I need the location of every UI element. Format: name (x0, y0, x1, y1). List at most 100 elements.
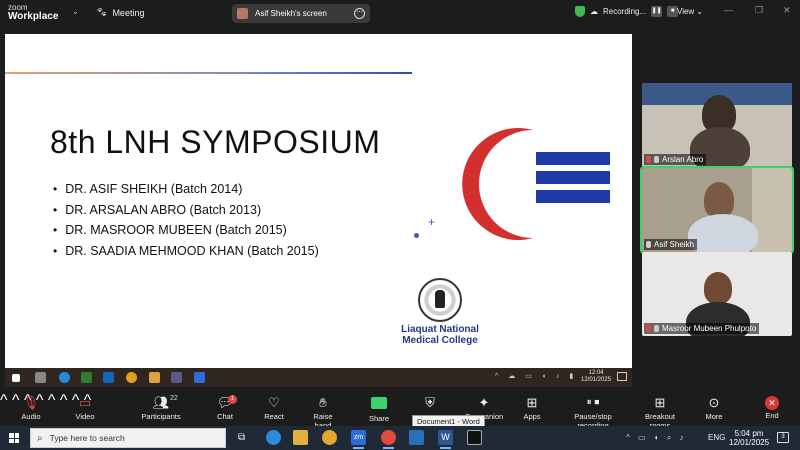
college-crest-icon (418, 278, 462, 322)
edge-icon (59, 372, 70, 383)
speaker-list: DR. ASIF SHEIKH (Batch 2014) DR. ARSALAN… (53, 179, 319, 261)
speaker-item: DR. ARSALAN ABRO (Batch 2013) (53, 200, 319, 221)
pause-stop-recording-button[interactable]: ⏸︎ ⏹︎ Pause/stop recording (559, 392, 627, 430)
hand-icon: ✋︎ (319, 395, 327, 410)
end-x-icon: ✕ (765, 396, 779, 410)
crescent-bars-logo (462, 128, 610, 240)
system-tray-icons[interactable]: ^ ▭ ◖ ⌕ ♪ (626, 433, 687, 443)
audio-button[interactable]: 🎙︎ Audio (16, 392, 46, 426)
participant-video[interactable]: Masroor Mubeen Phulpoto (642, 252, 792, 336)
task-view-icon[interactable]: ⧉ (238, 432, 245, 443)
react-label: React (264, 412, 284, 421)
muted-mic-icon (646, 156, 651, 163)
zoom-app-icon[interactable]: zm (351, 430, 366, 449)
notification-icon (617, 372, 627, 381)
end-label: End (765, 411, 779, 420)
more-dots-icon: ⊙ (708, 395, 720, 410)
system-tray: ^ ☁ ▭ ◖ ♪ ▮ (495, 373, 578, 380)
breakout-rooms-button[interactable]: ⊞ Breakout rooms (634, 392, 686, 430)
meeting-tab[interactable]: 🐾︎ Meeting (96, 7, 144, 18)
file-explorer-icon[interactable] (293, 430, 308, 445)
apps-label: Apps (523, 412, 541, 421)
heart-icon: ♡ (268, 395, 280, 410)
language-indicator[interactable]: ENG (708, 433, 725, 442)
notification-center-icon[interactable]: 3 (777, 432, 789, 443)
logo-bar (536, 171, 610, 184)
college-name-line1: Liaquat National (401, 324, 479, 335)
apps-icon: ⊞ (526, 395, 538, 410)
pause-stop-icon: ⏸︎ ⏹︎ (586, 397, 600, 408)
pause-recording-button[interactable]: ❚❚ (651, 6, 663, 17)
excel-icon (81, 372, 92, 383)
decorative-plus: + (428, 215, 436, 229)
participant-name: Asif Sheikh (654, 240, 695, 249)
taskbar-clock[interactable]: 5:04 pm 12/01/2025 (729, 429, 769, 447)
chrome-icon (126, 372, 137, 383)
apps-button[interactable]: ⊞ Apps (521, 392, 543, 426)
sparkle-icon: ✦ (478, 395, 490, 410)
search-icon: ⌕ (37, 432, 43, 444)
participant-figure (704, 272, 732, 304)
raise-hand-button[interactable]: ✋︎ Raise hand (305, 392, 341, 430)
participant-name: Arslan Abro (662, 155, 704, 164)
view-menu[interactable]: View ⌄ (677, 7, 703, 16)
presenter-avatar (237, 8, 248, 19)
shared-date: 12/01/2025 (581, 377, 612, 383)
word-icon[interactable]: W (438, 430, 453, 449)
college-logo: Liaquat National Medical College (395, 278, 485, 346)
end-button[interactable]: ✕ End (762, 392, 782, 426)
slide-accent-line (5, 72, 412, 74)
logo-bar (536, 152, 610, 165)
chat-badge: 1 (228, 395, 237, 404)
search-placeholder: Type here to search (49, 433, 125, 443)
share-button[interactable]: Share (366, 392, 392, 426)
speaker-item: DR. ASIF SHEIKH (Batch 2014) (53, 179, 319, 200)
shared-time: 12:04 (588, 370, 604, 376)
zoom-brand: zoom Workplace (8, 3, 58, 22)
participant-video[interactable]: Arslan Abro (642, 83, 792, 167)
zoom-icon (194, 372, 205, 383)
more-options-icon[interactable]: ⋯ (354, 8, 365, 19)
close-icon[interactable]: ✕ (783, 5, 791, 16)
participant-name-tag: Masroor Mubeen Phulpoto (644, 323, 760, 334)
chrome-profile-icon[interactable] (381, 430, 396, 449)
react-options-caret[interactable]: ^ (48, 392, 56, 409)
participant-figure (704, 182, 734, 218)
taskbar-search[interactable]: ⌕ Type here to search (30, 428, 226, 448)
college-name-line2: Medical College (402, 335, 478, 346)
more-label: More (705, 412, 723, 421)
shared-screen-label: Asif Sheikh's screen (255, 9, 327, 18)
video-label: Video (75, 412, 95, 421)
terminal-icon[interactable] (467, 430, 482, 445)
security-shield-icon[interactable] (575, 6, 585, 17)
photos-icon[interactable] (409, 430, 424, 445)
decorative-dot (414, 233, 419, 238)
window-background (752, 168, 792, 252)
maximize-icon[interactable]: ❐ (755, 5, 763, 16)
cloud-icon: ☁ (590, 7, 598, 16)
start-windows-icon[interactable] (9, 433, 19, 443)
pin-icon (654, 325, 659, 332)
shield-icon: ⛨ (425, 395, 435, 410)
minimize-icon[interactable]: — (724, 5, 733, 15)
view-label: View (677, 7, 695, 16)
chrome-icon[interactable] (322, 430, 337, 445)
raise-hand-options-caret[interactable]: ^ (60, 392, 68, 409)
participant-video[interactable]: Asif Sheikh (640, 166, 794, 254)
app-icon (171, 372, 182, 383)
react-button[interactable]: ♡ React (260, 392, 288, 426)
share-screen-icon (371, 397, 387, 409)
taskview-icon (35, 372, 46, 383)
edge-icon[interactable] (266, 430, 281, 445)
participant-name-tag: Asif Sheikh (644, 239, 698, 250)
pin-icon (654, 156, 659, 163)
shared-clock: 12:04 12/01/2025 (581, 370, 611, 384)
chevron-down-icon[interactable]: ⌄ (72, 7, 79, 16)
more-button[interactable]: ⊙ More (703, 392, 725, 426)
shared-screen-pill[interactable]: Asif Sheikh's screen ⋯ (232, 4, 370, 23)
muted-mic-icon: 🎙︎ (22, 395, 40, 410)
audio-options-caret[interactable]: ^ (0, 392, 8, 409)
crescent-shape (462, 128, 533, 240)
video-button[interactable]: ▭ Video (70, 392, 100, 426)
video-off-icon: ▭ (78, 395, 92, 410)
